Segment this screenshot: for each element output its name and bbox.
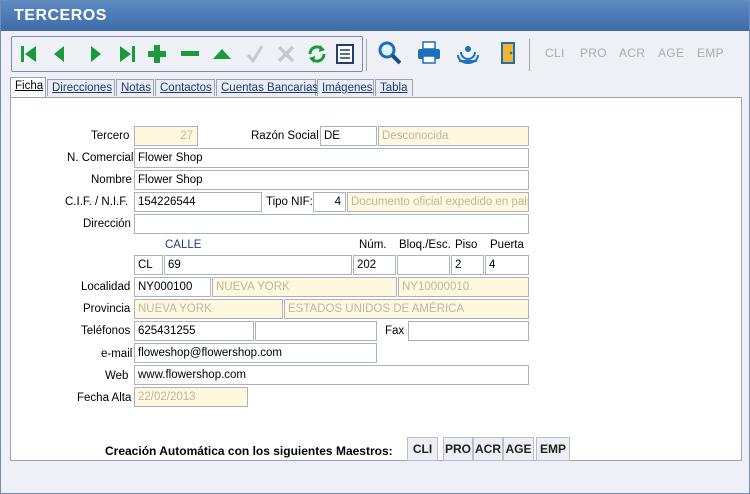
confirm-button[interactable]	[240, 39, 270, 69]
localidad-name-field: NUEVA YORK	[212, 277, 397, 297]
via-type-field[interactable]: CL	[134, 255, 163, 275]
next-icon	[91, 46, 101, 62]
direccion-field[interactable]	[134, 214, 529, 234]
add-icon	[148, 45, 166, 63]
previous-record-button[interactable]	[45, 39, 75, 69]
search-icon	[378, 41, 402, 65]
first-record-button[interactable]	[14, 39, 44, 69]
print-button[interactable]	[414, 38, 444, 68]
tercero-field[interactable]: 27	[134, 126, 198, 146]
cancel-icon	[277, 45, 295, 63]
numero-header: Núm.	[359, 239, 387, 251]
toolbar-acr-button[interactable]: ACR	[619, 46, 645, 60]
telefono2-field[interactable]	[255, 321, 377, 341]
fax-field[interactable]	[408, 321, 529, 341]
list-icon	[336, 44, 354, 64]
tab-tabla[interactable]: Tabla	[375, 79, 413, 96]
list-view-button[interactable]	[330, 39, 360, 69]
signal-icon	[457, 46, 479, 64]
create-pro-button[interactable]: PRO	[443, 437, 473, 461]
pais-field: ESTADOS UNIDOS DE AMÉRICA	[284, 299, 529, 319]
nombre-comercial-field[interactable]: Flower Shop	[134, 148, 529, 168]
puerta-header: Puerta	[490, 239, 524, 251]
nombre-comercial-label: N. Comercial	[67, 152, 134, 164]
print-icon	[418, 41, 440, 64]
toolbar-separator	[529, 39, 530, 71]
edit-record-button[interactable]	[207, 39, 237, 69]
via-piso-field[interactable]: 2	[451, 255, 484, 275]
last-record-button[interactable]	[112, 39, 142, 69]
piso-header: Piso	[455, 239, 478, 251]
tab-contactos[interactable]: Contactos	[155, 79, 215, 96]
create-cli-button[interactable]: CLI	[407, 437, 438, 461]
telefonos-label: Teléfonos	[81, 325, 131, 337]
tab-direcciones[interactable]: Direcciones	[47, 79, 115, 96]
toolbar-cli-button[interactable]: CLI	[545, 46, 565, 60]
razon-social-code-field[interactable]: DE	[320, 126, 377, 146]
last-icon	[120, 46, 135, 62]
via-puerta-field[interactable]: 4	[485, 255, 529, 275]
remove-icon	[181, 51, 199, 56]
toolbar-pro-button[interactable]: PRO	[580, 46, 607, 60]
provincia-field: NUEVA YORK	[134, 299, 283, 319]
delete-record-button[interactable]	[175, 39, 205, 69]
create-acr-button[interactable]: ACR	[473, 437, 503, 461]
tercero-label: Tercero	[91, 130, 130, 142]
tipo-nif-label: Tipo NIF:	[266, 196, 313, 208]
tipo-nif-desc-field: Documento oficial expedido en pais	[347, 192, 529, 212]
razon-social-desc-field: Desconocida	[378, 126, 529, 146]
razon-social-label: Razón Social	[251, 130, 319, 142]
email-field[interactable]: floweshop@flowershop.com	[134, 343, 377, 363]
cancel-button[interactable]	[271, 39, 301, 69]
tab-cuentas-bancarias[interactable]: Cuentas Bancarias	[216, 79, 318, 96]
tipo-nif-field[interactable]: 4	[313, 192, 346, 212]
terceros-window: TERCEROS CLI PRO ACR AGE EMP Ficha Direc…	[0, 0, 750, 494]
localidad-postal-field: NY10000010	[398, 277, 529, 297]
confirm-icon	[246, 45, 264, 64]
exit-door-icon	[501, 42, 515, 64]
first-icon	[21, 46, 36, 62]
cif-label: C.I.F. / N.I.F.	[65, 196, 129, 208]
window-title: TERCEROS	[14, 7, 107, 24]
provincia-label: Provincia	[83, 303, 131, 315]
toolbar-separator	[366, 39, 367, 71]
fecha-alta-field: 22/02/2013	[134, 387, 248, 407]
cif-field[interactable]: 154226544	[134, 192, 262, 212]
add-record-button[interactable]	[142, 39, 172, 69]
refresh-button[interactable]	[302, 39, 332, 69]
telefono1-field[interactable]: 625431255	[134, 321, 254, 341]
bloque-header: Bloq./Esc.	[399, 239, 451, 251]
tab-notas[interactable]: Notas	[116, 79, 154, 96]
via-bloque-field[interactable]	[397, 255, 450, 275]
fecha-alta-label: Fecha Alta	[77, 392, 132, 404]
signal-button[interactable]	[453, 38, 483, 68]
toolbar-emp-button[interactable]: EMP	[697, 46, 724, 60]
navigation-group	[11, 36, 363, 72]
tab-ficha[interactable]: Ficha	[10, 77, 46, 97]
calle-header: CALLE	[165, 239, 202, 251]
web-label: Web	[105, 370, 129, 382]
fax-label: Fax	[385, 325, 405, 337]
email-label: e-mail	[101, 348, 133, 360]
localidad-code-field[interactable]: NY000100	[134, 277, 211, 297]
nombre-field[interactable]: Flower Shop	[134, 170, 529, 190]
nombre-label: Nombre	[91, 174, 132, 186]
exit-button[interactable]	[493, 38, 523, 68]
title-bar: TERCEROS	[1, 1, 749, 31]
create-emp-button[interactable]: EMP	[536, 437, 570, 461]
next-record-button[interactable]	[80, 39, 110, 69]
web-field[interactable]: www.flowershop.com	[134, 365, 529, 385]
toolbar-age-button[interactable]: AGE	[658, 46, 684, 60]
prev-icon	[54, 46, 64, 62]
via-number-field[interactable]: 202	[353, 255, 396, 275]
localidad-label: Localidad	[81, 281, 131, 293]
creacion-automatica-label: Creación Automática con los siguientes M…	[105, 444, 393, 458]
create-age-button[interactable]: AGE	[503, 437, 534, 461]
up-icon	[213, 49, 231, 59]
tab-imagenes[interactable]: Imágenes	[317, 79, 374, 96]
search-button[interactable]	[375, 38, 405, 68]
direccion-label: Dirección	[83, 218, 131, 230]
via-name-field[interactable]: 69	[164, 255, 352, 275]
refresh-icon	[308, 45, 326, 63]
